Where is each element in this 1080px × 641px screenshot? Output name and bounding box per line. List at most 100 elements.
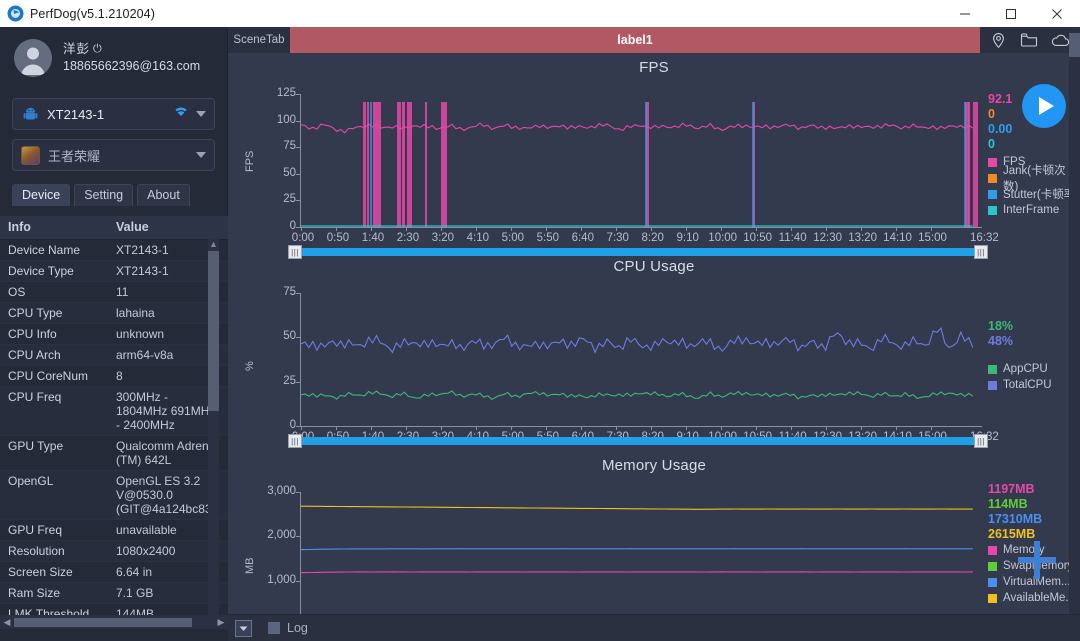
scroll-thumb-vertical[interactable] [208,251,219,411]
chart-cpu-title: CPU Usage [613,258,695,275]
chart-cpu-x-axis [300,426,982,427]
table-row[interactable]: OpenGL OpenGL ES 3.2 V@0530.0 (GIT@4a124b… [0,470,228,520]
x-tick-label: 2:30 [396,232,420,244]
chart-cpu-current-values: 18% 48% [988,319,1013,349]
legend-item[interactable]: Stutter(卡顿率) [988,186,1080,202]
x-tick-mark [545,426,547,430]
cell-info: Device Type [0,260,108,282]
account-name: 洋彭 [63,42,91,57]
legend-item[interactable]: InterFrame [988,202,1080,218]
legend-swatch [988,205,997,215]
scroll-thumb-main[interactable] [1069,33,1080,57]
add-chart-button[interactable] [1018,541,1056,579]
chart-cpu-series [301,326,974,400]
log-label[interactable]: Log [287,621,308,635]
tab-about[interactable]: About [137,184,190,206]
location-pin-icon[interactable] [990,32,1007,49]
table-row[interactable]: GPU Type Qualcomm Adreno (TM) 642L [0,435,228,471]
slider-track[interactable] [302,437,974,445]
scroll-up-arrow[interactable]: ▲ [209,239,218,249]
minimize-button[interactable] [942,0,988,27]
chevron-down-icon[interactable] [196,152,206,158]
y-tick-label: 1,000 [267,573,296,586]
x-tick-label: 5:50 [536,232,559,244]
chart-fps-title: FPS [639,59,669,76]
cell-info: CPU Arch [0,344,108,366]
table-row[interactable]: CPU Freq 300MHz - 1804MHz 691MHz - 2400MH… [0,386,228,436]
x-tick-mark [860,426,862,430]
play-button[interactable] [1022,84,1066,128]
current-value-label: 48% [988,334,1014,348]
x-tick-mark [580,227,582,231]
device-selector-value: XT2143-1 [47,106,105,122]
table-vertical-scrollbar[interactable]: ▲ ▼ [208,239,219,628]
x-tick-mark [335,227,337,231]
fps-drop-spike [441,102,447,227]
wifi-icon [173,105,189,123]
legend-label: AppCPU [1003,363,1048,375]
x-tick-mark [685,426,687,430]
table-row[interactable]: Ram Size 7.1 GB [0,582,228,604]
fps-drop-spike [425,102,427,227]
app-selector[interactable]: 王者荣耀 [12,139,215,171]
folder-icon[interactable] [1020,32,1038,48]
table-row[interactable]: OS 11 [0,281,228,303]
cloud-icon[interactable] [1051,33,1070,48]
maximize-button[interactable] [988,0,1034,27]
scroll-left-arrow[interactable]: ◀ [0,617,14,628]
x-tick-label: 10:00 [708,232,738,244]
table-row[interactable]: Resolution 1080x2400 [0,540,228,562]
chevron-down-icon[interactable] [196,111,206,117]
x-tick-mark [895,426,897,430]
chart-cpu-ylabel: % [244,361,256,371]
main-vertical-scrollbar[interactable] [1069,27,1080,614]
slider-handle-right[interactable]: ||| [974,434,988,448]
table-row[interactable]: CPU CoreNum 8 [0,365,228,387]
scroll-thumb-horizontal[interactable] [14,617,192,627]
table-row[interactable]: CPU Info unknown [0,323,228,345]
title-bar: PerfDog(v5.1.210204) [0,0,1080,27]
current-value-label: 114MB [988,497,1028,511]
scene-tab[interactable]: SceneTab [228,27,290,53]
table-row[interactable]: GPU Freq unavailable [0,519,228,541]
device-selector[interactable]: XT2143-1 [12,98,215,130]
table-horizontal-scrollbar[interactable]: ◀ ▶ [0,615,228,629]
x-tick-mark [895,227,897,231]
current-value-label: 1197MB [988,482,1035,496]
table-row[interactable]: Device Name XT2143-1 [0,239,228,261]
fps-drop-spike [373,102,381,227]
legend-swatch [988,173,997,183]
table-row[interactable]: CPU Type lahaina [0,302,228,324]
tab-device[interactable]: Device [12,184,71,206]
legend-item[interactable]: Jank(卡顿次数) [988,165,1080,193]
legend-item[interactable]: AppCPU [988,361,1052,377]
scroll-right-arrow[interactable]: ▶ [214,617,228,628]
cell-info: CPU CoreNum [0,365,108,387]
tab-setting[interactable]: Setting [74,184,134,206]
chart-memory-series [301,505,973,621]
close-button[interactable] [1034,0,1080,27]
cell-info: OpenGL [0,470,108,520]
x-tick-mark [930,426,932,430]
legend-item[interactable]: AvailableMe... [988,590,1075,606]
legend-item[interactable]: TotalCPU [988,377,1052,393]
current-value-label: 18% [988,319,1014,333]
table-row[interactable]: CPU Arch arm64-v8a [0,344,228,366]
user-avatar-icon [14,39,52,77]
x-tick-mark [405,227,407,231]
cell-info: Device Name [0,239,108,261]
chevron-down-box-icon[interactable] [235,619,252,637]
table-row[interactable]: Device Type XT2143-1 [0,260,228,282]
power-icon[interactable]: ⏻ [93,42,102,57]
slider-handle-left[interactable]: ||| [288,434,302,448]
x-tick-mark [650,227,652,231]
table-row[interactable]: Screen Size 6.64 in [0,561,228,583]
scene-label[interactable]: label1 [290,27,980,53]
app-selector-value: 王者荣耀 [48,148,101,164]
table-header-row: Info Value [0,216,228,240]
game-app-icon [21,145,40,165]
x-tick-mark [440,227,442,231]
chart-cpu-range-slider[interactable]: ||| ||| [288,434,988,448]
x-tick-label: 6:40 [571,232,594,244]
x-tick-label: 7:30 [606,232,629,244]
